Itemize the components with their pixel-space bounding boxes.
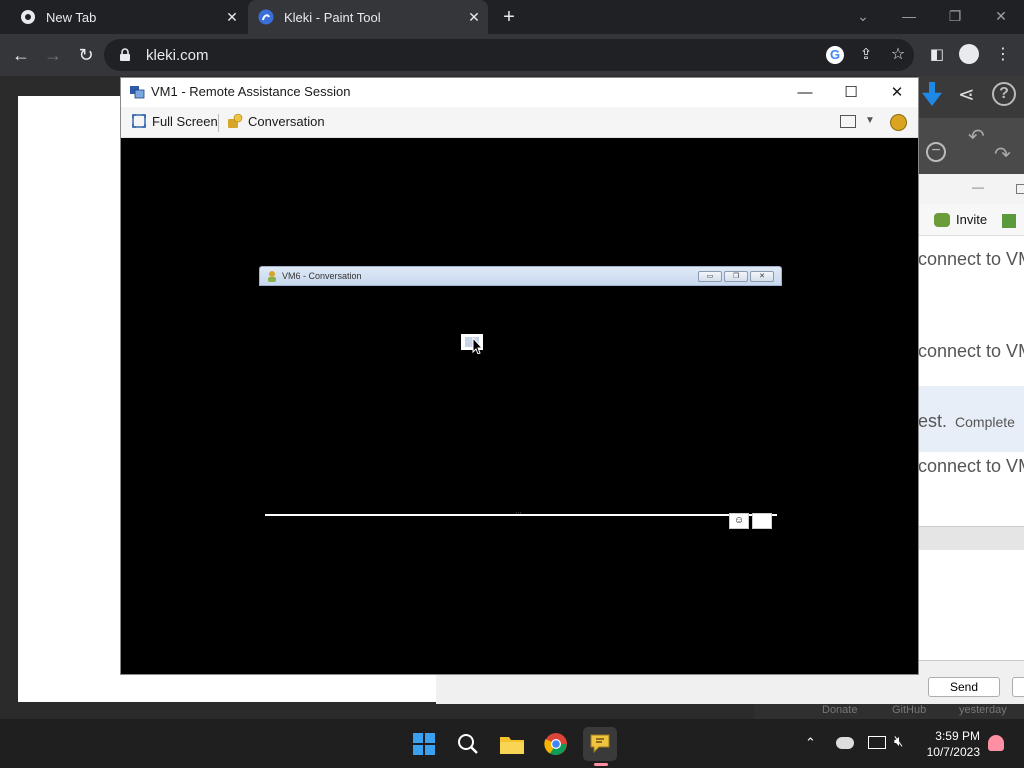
- remote-conversation-titlebar: VM6 - Conversation ▭ ❐ ✕: [259, 266, 782, 286]
- onedrive-icon[interactable]: [836, 737, 854, 749]
- kleki-footer: Donate GitHub yesterday: [754, 704, 1024, 720]
- remote-assistance-window: VM1 - Remote Assistance Session — ☐ ✕ Fu…: [120, 77, 919, 675]
- menu-kebab-icon[interactable]: ⋮: [990, 42, 1016, 68]
- share-icon[interactable]: ⇪: [853, 42, 879, 68]
- full-screen-button[interactable]: Full Screen: [131, 113, 218, 129]
- background-window-titlebar: —: [918, 174, 1024, 204]
- maximize-button[interactable]: ❐: [724, 271, 748, 282]
- remote-window-titlebar: VM1 - Remote Assistance Session — ☐ ✕: [121, 78, 918, 107]
- display-settings-icon[interactable]: [840, 115, 856, 128]
- undo-icon[interactable]: ↶: [968, 124, 985, 149]
- address-bar[interactable]: kleki.com: [104, 39, 914, 71]
- tab-kleki[interactable]: Kleki - Paint Tool ✕: [248, 0, 488, 34]
- remote-screen[interactable]: VM6 - Conversation ▭ ❐ ✕ ⋯ ☺: [121, 138, 918, 674]
- redo-icon[interactable]: ↷: [994, 142, 1011, 167]
- file-explorer-icon[interactable]: [495, 727, 529, 761]
- tab-strip: New Tab ✕ Kleki - Paint Tool ✕ + ⌄ — ❐ ✕: [0, 0, 1024, 34]
- full-screen-label: Full Screen: [152, 113, 218, 129]
- chat-line-status: est. Complete: [918, 411, 1015, 432]
- remote-assistance-icon: [130, 86, 145, 99]
- conversation-label: Conversation: [248, 113, 325, 129]
- chrome-icon: [21, 10, 35, 24]
- bookmark-star-icon[interactable]: ☆: [885, 42, 911, 68]
- conversation-button[interactable]: Conversation: [227, 113, 325, 129]
- conversation-icon: [268, 271, 276, 282]
- chat-line: connect to VM: [918, 456, 1024, 476]
- google-lens-icon[interactable]: G: [826, 46, 844, 64]
- forward-button[interactable]: →: [40, 42, 66, 68]
- footer-link-github[interactable]: GitHub: [892, 704, 926, 716]
- close-tab-icon[interactable]: ✕: [224, 9, 240, 25]
- download-icon[interactable]: [922, 82, 942, 106]
- close-tab-icon[interactable]: ✕: [466, 9, 482, 25]
- restore-button[interactable]: ❐: [932, 4, 978, 28]
- active-indicator: [594, 763, 608, 766]
- chat-line: connect to VM: [918, 341, 1024, 361]
- help-icon[interactable]: ?: [992, 82, 1016, 106]
- send-file-icon[interactable]: [1002, 214, 1016, 228]
- tab-label: Kleki - Paint Tool: [284, 9, 381, 25]
- footer-link-donate[interactable]: Donate: [822, 704, 857, 716]
- remote-assistance-taskbar-icon[interactable]: [583, 727, 617, 761]
- invite-people-icon: [934, 212, 950, 227]
- emoji-button[interactable]: ☺: [729, 513, 749, 529]
- chevron-down-icon[interactable]: ▼: [865, 115, 875, 126]
- close-button[interactable]: ✕: [874, 78, 920, 107]
- display-icon[interactable]: [868, 736, 886, 749]
- minimize-button[interactable]: ▭: [698, 271, 722, 282]
- close-button[interactable]: ✕: [750, 271, 774, 282]
- minimize-button[interactable]: —: [782, 78, 828, 107]
- new-tab-button[interactable]: +: [498, 6, 520, 28]
- start-windows-icon[interactable]: [407, 727, 441, 761]
- kleki-tools-bar: − ↶ ↷: [918, 118, 1024, 174]
- secondary-button[interactable]: [1012, 677, 1024, 697]
- clock-time[interactable]: 3:59 PM: [932, 729, 980, 743]
- close-window-button[interactable]: ✕: [978, 4, 1024, 28]
- back-button[interactable]: ←: [8, 42, 34, 68]
- invite-button[interactable]: Invite: [934, 212, 987, 227]
- invite-label: Invite: [956, 212, 988, 227]
- kleki-logo-icon: [258, 9, 274, 25]
- footer-timestamp: yesterday: [959, 704, 1007, 716]
- conversation-icon: [228, 113, 243, 128]
- help-wheel-icon[interactable]: [890, 114, 907, 131]
- clock-date[interactable]: 10/7/2023: [920, 745, 980, 759]
- browser-toolbar: ← → ↻ kleki.com G ⇪ ☆ ◧ ⋮: [0, 34, 1024, 76]
- toolbar-separator: [218, 114, 219, 132]
- complete-label: Complete: [955, 414, 1015, 430]
- tab-new-tab[interactable]: New Tab ✕: [0, 0, 246, 34]
- chrome-taskbar-icon[interactable]: [539, 727, 573, 761]
- splitter-grip[interactable]: ⋯: [515, 510, 527, 517]
- volume-muted-icon[interactable]: 🔇︎: [894, 733, 903, 750]
- taskbar: ⌃ 🔇︎ 3:59 PM 10/7/2023: [0, 719, 1024, 768]
- mouse-cursor-icon: [461, 334, 484, 354]
- remote-conversation-title: VM6 - Conversation: [282, 271, 362, 281]
- notification-bell-icon[interactable]: [988, 735, 1004, 751]
- kleki-top-bar: ⋖ ?: [918, 76, 1024, 118]
- minimize-button[interactable]: —: [886, 4, 932, 28]
- edit-note-icon[interactable]: [752, 513, 772, 529]
- zoom-out-icon[interactable]: −: [926, 142, 946, 162]
- maximize-button[interactable]: ☐: [828, 78, 874, 107]
- side-panel-icon[interactable]: ◧: [924, 42, 950, 68]
- lock-icon: [120, 48, 130, 61]
- full-screen-icon: [132, 114, 146, 128]
- search-icon[interactable]: [451, 727, 485, 761]
- maximize-button[interactable]: [1016, 184, 1024, 194]
- minimize-button[interactable]: —: [972, 180, 984, 194]
- remote-window-toolbar: Full Screen Conversation ▼: [121, 107, 918, 138]
- url-text: kleki.com: [146, 46, 209, 64]
- reload-button[interactable]: ↻: [73, 42, 99, 68]
- tab-label: New Tab: [46, 9, 97, 25]
- chat-line-text: est.: [918, 411, 948, 431]
- profile-avatar[interactable]: [959, 44, 979, 64]
- chat-divider: [918, 526, 1024, 550]
- tab-search-icon[interactable]: ⌄: [840, 4, 886, 28]
- background-window-toolbar: Invite: [918, 204, 1024, 236]
- share-icon[interactable]: ⋖: [958, 82, 975, 107]
- send-button[interactable]: Send: [928, 677, 1000, 697]
- remote-window-title: VM1 - Remote Assistance Session: [151, 84, 351, 99]
- chat-line: connect to VM: [918, 249, 1024, 269]
- show-hidden-icons-chevron-icon[interactable]: ⌃: [805, 735, 816, 751]
